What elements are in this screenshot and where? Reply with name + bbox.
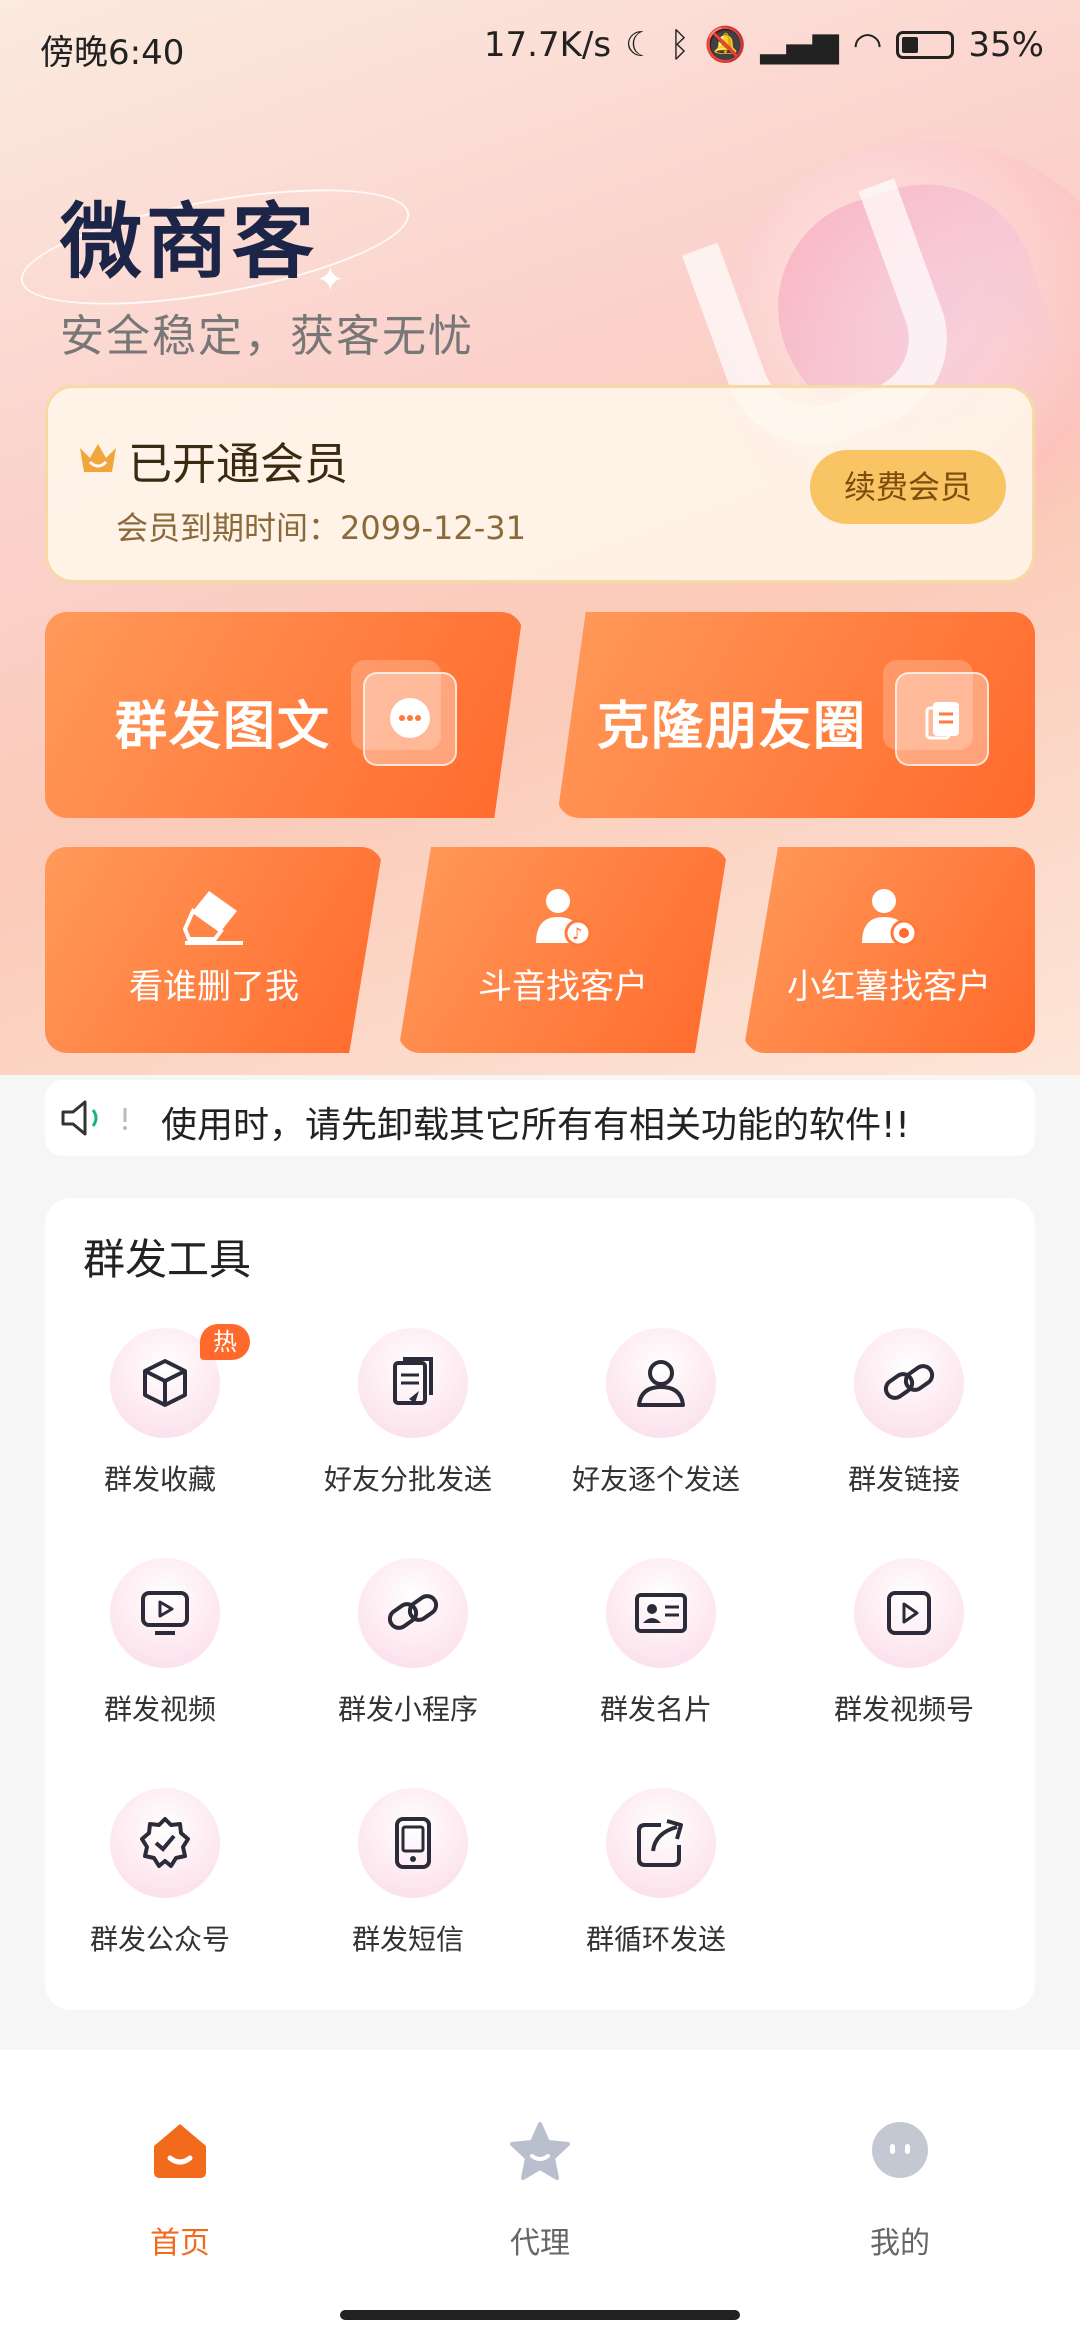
home-icon [154,2124,206,2178]
app-slogan: 安全稳定，获客无忧 [60,311,474,362]
tab-mine-label: 我的 [870,2226,930,2261]
bluetooth-icon: ᛒ [669,25,690,65]
tool-label: 群发视频号 [833,1693,974,1726]
tool-icon-bg [358,1788,468,1898]
tool-label: 群循环发送 [585,1923,726,1956]
link-icon [883,1364,935,1400]
battery-icon [896,31,955,59]
tool-mass-favorites[interactable]: 热 群发收藏 [50,1324,270,1528]
signal-icon: ▂▄▆ [760,25,839,65]
share-out-icon [637,1819,683,1867]
mini-program-icon [387,1594,439,1630]
tool-mass-video-channel[interactable]: 群发视频号 [794,1558,1014,1758]
notice-text: 使用时，请先卸载其它所有有相关功能的软件!! [161,1105,910,1146]
user-music-icon: ♪ [536,889,592,947]
user-red-icon [862,889,918,947]
mass-post-label: 群发图文 [115,697,332,757]
badge-check-icon [140,1817,190,1868]
sparkle-icon: ✦ [316,260,345,300]
tool-icon-bg [110,1788,220,1898]
vip-expire-date: 会员到期时间：2099-12-31 [116,509,526,547]
battery-percent: 35% [968,25,1044,65]
chat-bubble-icon [351,660,457,766]
speaker-icon [61,1100,127,1136]
douyin-find-customer-label: 斗音找客户 [478,967,648,1007]
tool-friends-batch-send[interactable]: 好友分批发送 [298,1328,518,1528]
star-icon [510,2122,570,2180]
tool-group-loop-send[interactable]: 群循环发送 [546,1788,766,1988]
app-title: 微商客 [60,195,319,290]
tool-mass-mini-program[interactable]: 群发小程序 [298,1558,518,1758]
moon-icon: ☾ [625,25,656,65]
tool-label: 群发链接 [847,1463,960,1496]
bottom-tab-bar: 首页 代理 我的 [0,2050,1080,2340]
tab-home-label: 首页 [150,2226,210,2261]
document-send-icon [393,1357,433,1405]
tool-label: 群发短信 [351,1923,464,1956]
tool-icon-bg [358,1328,468,1438]
tool-label: 群发小程序 [337,1693,478,1726]
video-screen-icon [141,1591,189,1635]
tool-label: 好友分批发送 [323,1463,492,1496]
tool-mass-official-account[interactable]: 群发公众号 [50,1788,270,1988]
hot-badge: 热 [200,1324,250,1360]
net-speed: 17.7K/s [483,25,612,65]
tool-icon-bg [358,1558,468,1668]
tool-icon-bg [606,1558,716,1668]
tool-icon-bg [110,1558,220,1668]
wifi-icon: ◠ [852,25,883,65]
status-time: 傍晚6:40 [40,33,185,73]
tool-mass-video[interactable]: 群发视频 [50,1558,270,1758]
phone-icon [395,1817,431,1869]
xiaohongshu-find-customer-label: 小红薯找客户 [787,967,991,1007]
svg-text:♪: ♪ [572,924,582,943]
tool-icon-bg [606,1328,716,1438]
mass-post-button[interactable]: 群发图文 [45,612,523,818]
tool-friends-one-by-one[interactable]: 好友逐个发送 [546,1328,766,1528]
vip-title: 已开通会员 [128,439,348,490]
mute-icon: 🔕 [703,25,747,65]
vip-card: 已开通会员 会员到期时间：2099-12-31 续费会员 [45,385,1035,583]
status-icons: 17.7K/s ☾ ᛒ 🔕 ▂▄▆ ◠ 35% [484,25,1044,65]
tool-label: 群发视频 [103,1693,216,1726]
notice-bar: 使用时，请先卸载其它所有有相关功能的软件!! [45,1080,1035,1156]
douyin-find-customer-button[interactable]: ♪ 斗音找客户 [398,847,728,1053]
copy-icon [883,660,989,766]
tool-label: 群发名片 [599,1693,712,1726]
home-indicator [340,2310,740,2320]
clone-moments-label: 克隆朋友圈 [597,697,868,757]
status-bar: 傍晚6:40 17.7K/s ☾ ᛒ 🔕 ▂▄▆ ◠ 35% [0,0,1080,90]
tool-mass-business-card[interactable]: 群发名片 [546,1558,766,1758]
tool-label: 好友逐个发送 [571,1463,740,1496]
tool-icon-bg [854,1558,964,1668]
play-box-icon [887,1591,931,1635]
crown-icon [80,444,116,472]
renew-vip-button[interactable]: 续费会员 [810,450,1006,524]
face-icon [872,2122,928,2178]
who-deleted-me-label: 看谁删了我 [129,967,299,1007]
tab-agent-label: 代理 [510,2226,570,2261]
tool-mass-sms[interactable]: 群发短信 [298,1788,518,1988]
mass-send-tools-card: 群发工具 热 群发收藏 好友分批发送 好友逐个发送 群发链接 群发视频 群发小程… [45,1198,1035,2010]
tool-label: 群发公众号 [89,1923,230,1956]
tool-icon-bg [854,1328,964,1438]
who-deleted-me-button[interactable]: 看谁删了我 [45,847,383,1053]
tool-icon-bg [606,1788,716,1898]
box-icon [143,1359,187,1407]
id-card-icon [635,1593,687,1633]
tool-label: 群发收藏 [103,1463,216,1496]
tool-mass-links[interactable]: 群发链接 [794,1328,1014,1528]
xiaohongshu-find-customer-button[interactable]: 小红薯找客户 [743,847,1035,1053]
eraser-icon [182,891,243,945]
clone-moments-button[interactable]: 克隆朋友圈 [557,612,1035,818]
tools-title: 群发工具 [83,1235,252,1284]
user-icon [637,1360,685,1407]
